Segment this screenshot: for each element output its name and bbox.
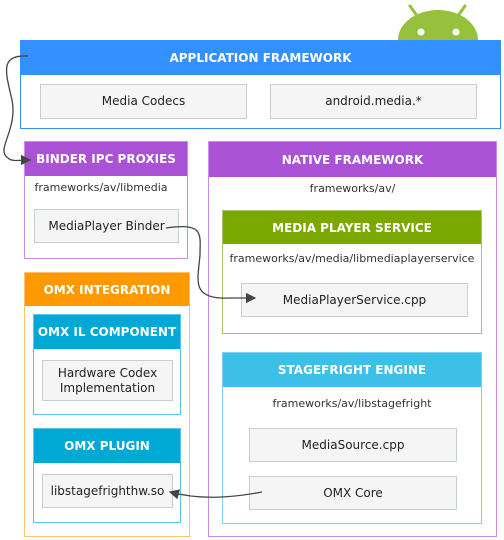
mediaplayer-binder: MediaPlayer Binder bbox=[34, 209, 179, 243]
binder-ipc-proxies: BINDER IPC PROXIES frameworks/av/libmedi… bbox=[24, 141, 188, 259]
mediaplayerservice-cpp: MediaPlayerService.cpp bbox=[241, 283, 468, 317]
omx-integration-title: OMX INTEGRATION bbox=[25, 273, 189, 306]
application-framework-title: APPLICATION FRAMEWORK bbox=[21, 41, 500, 75]
mps-path: frameworks/av/media/libmediaplayerservic… bbox=[229, 252, 475, 265]
omx-core: OMX Core bbox=[249, 476, 457, 510]
libstagefrighthw-so: libstagefrighthw.so bbox=[42, 474, 173, 508]
omx-plugin-title: OMX PLUGIN bbox=[34, 429, 180, 463]
stagefright-engine: STAGEFRIGHT ENGINE frameworks/av/libstag… bbox=[222, 352, 482, 524]
hw-line1: Hardware Codex bbox=[57, 365, 158, 380]
media-codecs: Media Codecs bbox=[40, 84, 247, 119]
mediasource-cpp: MediaSource.cpp bbox=[249, 428, 457, 462]
binder-title: BINDER IPC PROXIES bbox=[25, 142, 187, 176]
omx-plugin: OMX PLUGIN libstagefrighthw.so bbox=[33, 428, 181, 523]
media-player-service: MEDIA PLAYER SERVICE frameworks/av/media… bbox=[222, 210, 482, 334]
android-media: android.media.* bbox=[270, 84, 477, 119]
stagefright-path: frameworks/av/libstagefright bbox=[272, 397, 432, 410]
hardware-codex-implementation: Hardware Codex Implementation bbox=[42, 360, 173, 401]
stagefright-title: STAGEFRIGHT ENGINE bbox=[223, 353, 481, 387]
binder-path: frameworks/av/libmedia bbox=[34, 181, 168, 194]
omx-il-component: OMX IL COMPONENT Hardware Codex Implemen… bbox=[33, 314, 181, 415]
mps-title: MEDIA PLAYER SERVICE bbox=[223, 211, 481, 244]
native-path: frameworks/av/ bbox=[309, 182, 396, 195]
application-framework: APPLICATION FRAMEWORK Media Codecs andro… bbox=[20, 40, 501, 129]
omx-il-title: OMX IL COMPONENT bbox=[34, 315, 180, 349]
native-title: NATIVE FRAMEWORK bbox=[209, 142, 496, 177]
hw-line2: Implementation bbox=[59, 380, 156, 395]
